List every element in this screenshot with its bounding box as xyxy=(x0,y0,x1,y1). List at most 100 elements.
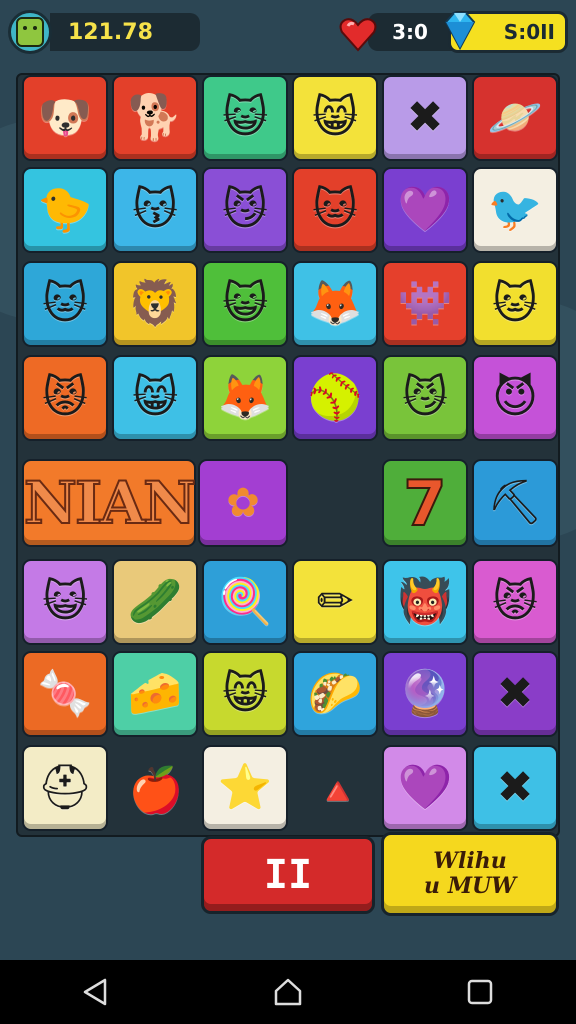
candy-tile[interactable]: 🍬 xyxy=(22,651,108,737)
cat-face-tile[interactable]: 😼 xyxy=(382,355,468,441)
cat-face-icon: 🐱 xyxy=(42,278,88,329)
planet-icon: 🪐 xyxy=(487,92,543,143)
cheese-wedge-tile[interactable]: 🧀 xyxy=(112,651,198,737)
cat-face-tile[interactable]: 😼 xyxy=(202,167,288,253)
cat-face-tile[interactable]: 😺 xyxy=(202,75,288,161)
cheese-wedge-icon: 🧀 xyxy=(127,668,183,719)
cat-face-tile[interactable]: 🐱 xyxy=(22,261,108,347)
heart-pencil-icon: 💜 xyxy=(397,184,453,235)
taco-tile[interactable]: 🌮 xyxy=(292,651,378,737)
dog-face-icon: 🐶 xyxy=(37,92,93,143)
cat-face-tile[interactable]: 😸 xyxy=(292,75,378,161)
bird-face-icon: 🐦 xyxy=(487,184,543,235)
leaf-ball-icon: 🥒 xyxy=(127,576,183,627)
cat-face-tile[interactable]: 😾 xyxy=(22,355,108,441)
banner-text: NIAN xyxy=(23,468,197,538)
star-tile[interactable]: ⭐ xyxy=(202,745,288,831)
monster-face-tile[interactable]: 👹 xyxy=(382,559,468,645)
word-button[interactable]: Wlihu u MUW xyxy=(381,832,559,916)
monster-face-icon: 👹 xyxy=(397,576,453,627)
cat-face-tile[interactable]: 😽 xyxy=(112,167,198,253)
monster-face-icon xyxy=(16,17,44,47)
apple-pickup[interactable]: 🍎 xyxy=(116,751,196,831)
lollipop-icon: 🍭 xyxy=(217,576,273,627)
score-display: 121.78 xyxy=(50,13,200,51)
flower-icon: ✿ xyxy=(226,480,260,526)
cat-face-icon: 😼 xyxy=(222,184,268,235)
back-button[interactable] xyxy=(66,962,126,1022)
dog-face-tile[interactable]: 🐶 xyxy=(22,75,108,161)
heart-pencil-tile[interactable]: 💜 xyxy=(382,167,468,253)
leaf-ball-tile[interactable]: 🥒 xyxy=(112,559,198,645)
nian-banner-tile[interactable]: NIAN xyxy=(22,459,197,547)
leaf-ball-tile[interactable]: 🥎 xyxy=(292,355,378,441)
word-line-2: u MUW xyxy=(424,873,516,899)
home-button[interactable] xyxy=(258,962,318,1022)
cat-face-tile[interactable]: 😾 xyxy=(472,559,558,645)
crossed-pencils-icon: ✖ xyxy=(496,762,534,813)
taco-icon: 🌮 xyxy=(307,668,363,719)
fox-face-tile[interactable]: 🦊 xyxy=(292,261,378,347)
dog-face-tile[interactable]: 🐕 xyxy=(112,75,198,161)
cat-face-icon: 😾 xyxy=(42,372,88,423)
cat-face-icon: 😺 xyxy=(222,278,268,329)
game-board: 🐶 🐕 😺 😸 ✖ 🪐 🐤 😽 😼 🐱 💜 🐦 🐱 🦁 😺 🦊 👾 🐱 😾 😸 🦊 🥎 😼 😈 ⛏ 😺 🥒 🍭 ✏ 👹 😾 🍬 🧀 😸 🌮 🔮 ✖ ⛑ ⭐ 💜… xyxy=(16,73,560,837)
puzzle-piece-tile[interactable]: ✿ xyxy=(198,459,288,547)
spade-icon: ⛏ xyxy=(487,477,543,528)
gems-value: S:0II xyxy=(503,20,555,44)
spade-tile[interactable]: ⛏ xyxy=(472,459,558,547)
lives-value: 3:0 xyxy=(392,20,428,44)
recents-button[interactable] xyxy=(450,962,510,1022)
ball-icon: 🔮 xyxy=(397,668,453,719)
crossed-pencils-icon: ✖ xyxy=(496,668,534,719)
cat-face-tile[interactable]: 🐱 xyxy=(472,261,558,347)
score-value: 121.78 xyxy=(68,19,153,45)
system-nav-bar xyxy=(0,960,576,1024)
ball-tile[interactable]: 🔮 xyxy=(382,651,468,737)
heart-tile[interactable]: 💜 xyxy=(382,745,468,831)
cat-face-tile[interactable]: 😺 xyxy=(202,261,288,347)
hud-bar: 121.78 3:0 S:0II xyxy=(0,0,576,66)
cat-face-tile[interactable]: 🐱 xyxy=(292,167,378,253)
triangle-icon: 🔺 xyxy=(314,769,362,813)
chick-tile[interactable]: 🐤 xyxy=(22,167,108,253)
cat-face-icon: 😺 xyxy=(42,576,88,627)
apple-icon: 🍎 xyxy=(128,765,184,816)
pencil-ball-tile[interactable]: ✏ xyxy=(292,559,378,645)
cat-face-tile[interactable]: 😺 xyxy=(22,559,108,645)
fox-face-tile[interactable]: 🦊 xyxy=(202,355,288,441)
dog-face-icon: 🐕 xyxy=(127,92,183,143)
cat-face-icon: 🐱 xyxy=(492,278,538,329)
triangle-pickup[interactable]: 🔺 xyxy=(296,751,380,831)
fox-face-icon: 🦊 xyxy=(217,372,273,423)
crossed-pencils-tile[interactable]: ✖ xyxy=(382,75,468,161)
monster-face-tile[interactable]: 👾 xyxy=(382,261,468,347)
back-triangle-icon xyxy=(83,978,107,1006)
helmet-icon: ⛑ xyxy=(37,762,93,813)
home-icon xyxy=(274,978,302,1006)
bird-face-tile[interactable]: 🐦 xyxy=(472,167,558,253)
cat-face-icon: 🐱 xyxy=(312,184,358,235)
candy-icon: 🍬 xyxy=(37,668,93,719)
cat-face-icon: 😼 xyxy=(402,372,448,423)
fox-face-icon: 🦊 xyxy=(307,278,363,329)
player-avatar[interactable] xyxy=(8,10,52,54)
cat-face-tile[interactable]: 😸 xyxy=(202,651,288,737)
pause-button[interactable]: II xyxy=(201,836,375,914)
diamond-icon xyxy=(444,12,476,51)
crossed-pencils-tile[interactable]: ✖ xyxy=(472,651,558,737)
word-line-1: Wlihu xyxy=(433,847,507,874)
helmet-tile[interactable]: ⛑ xyxy=(22,745,108,831)
cat-face-icon: 😽 xyxy=(132,184,178,235)
chick-icon: 🐤 xyxy=(37,184,93,235)
crossed-pencils-tile[interactable]: ✖ xyxy=(472,745,558,831)
cat-face-icon: 😺 xyxy=(222,92,268,143)
cat-face-tile[interactable]: 😈 xyxy=(472,355,558,441)
lion-face-tile[interactable]: 🦁 xyxy=(112,261,198,347)
seven-tile[interactable]: 7 xyxy=(382,459,468,547)
cat-face-tile[interactable]: 😸 xyxy=(112,355,198,441)
lollipop-tile[interactable]: 🍭 xyxy=(202,559,288,645)
seven-text: 7 xyxy=(402,466,447,541)
planet-tile[interactable]: 🪐 xyxy=(472,75,558,161)
crossed-pencils-icon: ✖ xyxy=(406,92,444,143)
